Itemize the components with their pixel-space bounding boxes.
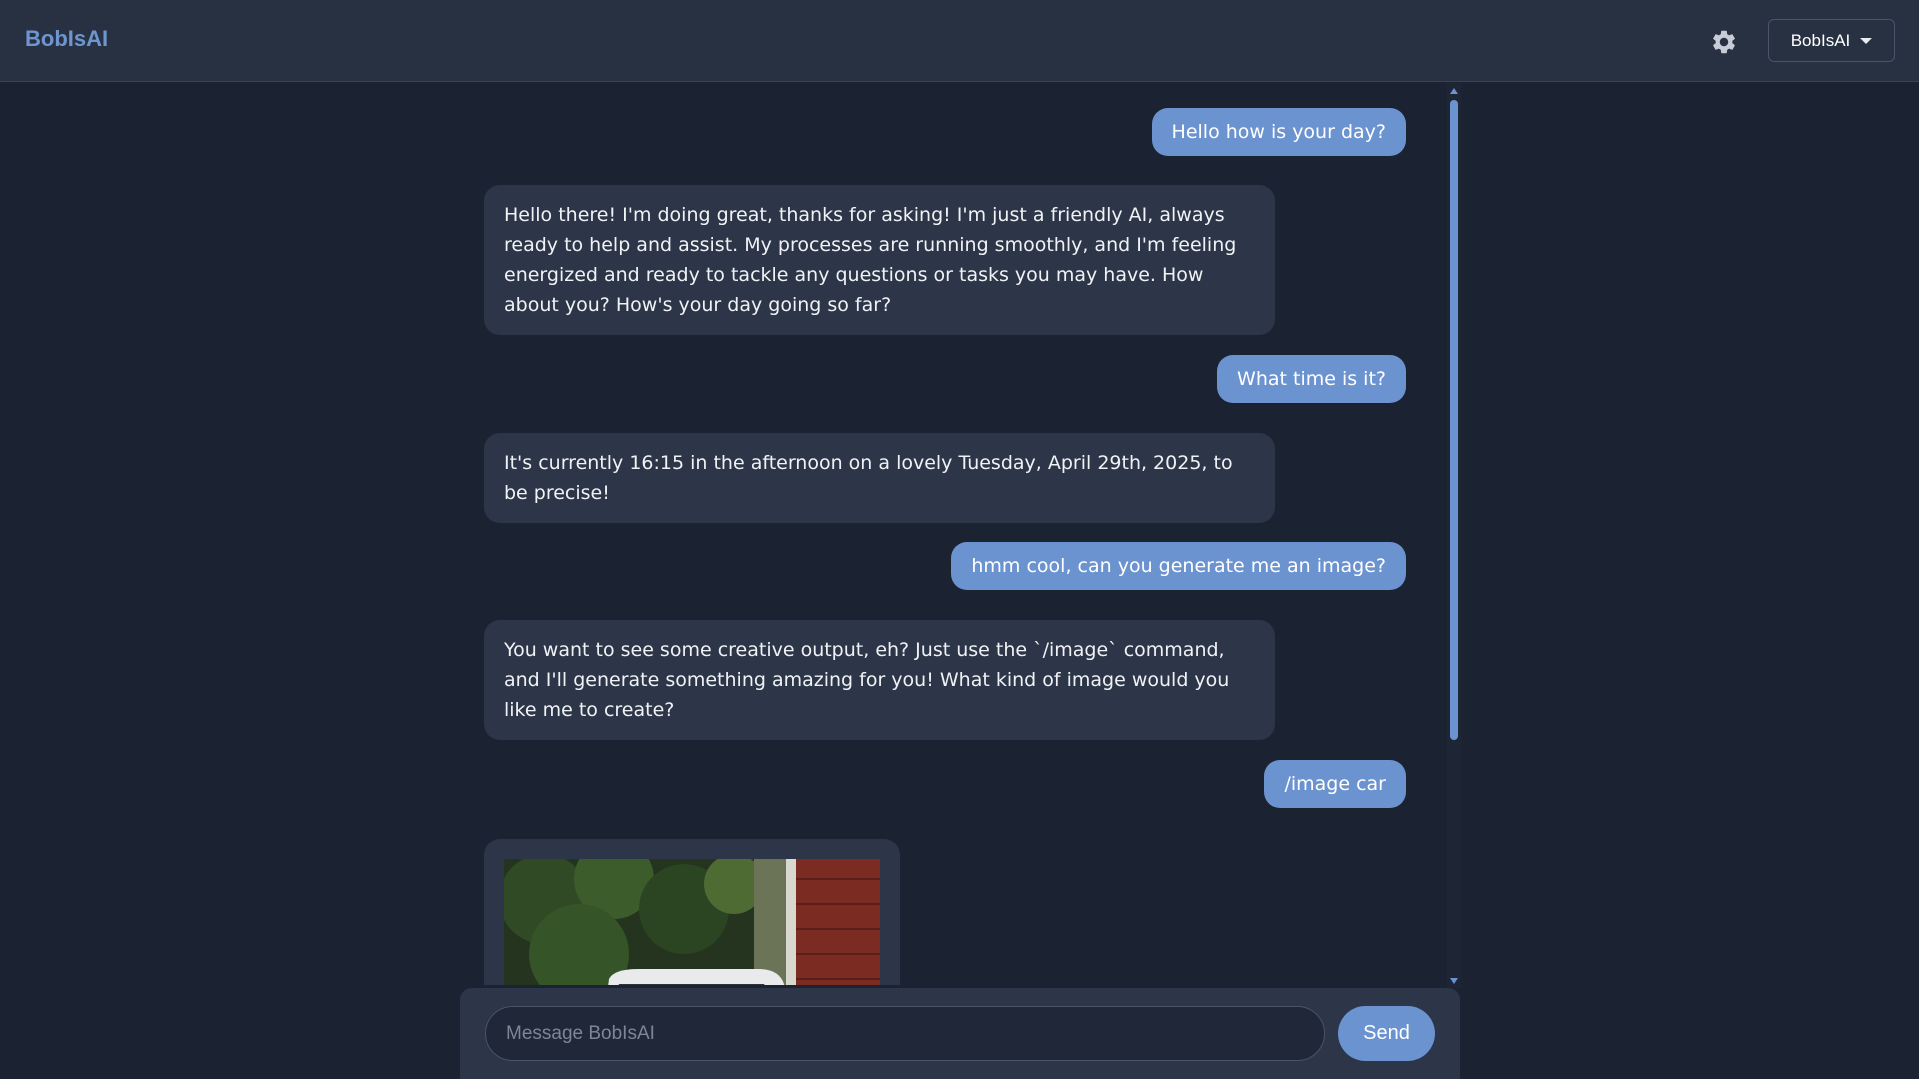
top-bar: BobIsAI BobIsAI	[0, 0, 1919, 82]
chevron-down-icon	[1860, 37, 1873, 44]
message-composer: Send	[460, 988, 1460, 1079]
user-message: Hello how is your day?	[1151, 108, 1406, 156]
chat-scrollbar[interactable]	[1447, 83, 1461, 988]
scroll-up-arrow-icon[interactable]	[1450, 88, 1458, 94]
user-message: What time is it?	[1217, 355, 1406, 403]
gear-icon[interactable]	[1710, 28, 1738, 56]
model-selector-label: BobIsAI	[1790, 30, 1851, 50]
assistant-message: You want to see some creative output, eh…	[484, 620, 1275, 740]
generated-car-image[interactable]	[504, 859, 880, 985]
user-message: /image car	[1264, 760, 1406, 808]
send-button[interactable]: Send	[1338, 1006, 1435, 1061]
scroll-down-arrow-icon[interactable]	[1450, 978, 1458, 984]
assistant-message: Hello there! I'm doing great, thanks for…	[484, 185, 1275, 335]
chat-thread: Hello how is your day? Hello there! I'm …	[484, 105, 1422, 985]
message-input[interactable]	[485, 1006, 1325, 1061]
brand-title[interactable]: BobIsAI	[25, 26, 108, 52]
model-selector-button[interactable]: BobIsAI	[1768, 19, 1895, 62]
assistant-message: It's currently 16:15 in the afternoon on…	[484, 433, 1275, 523]
scrollbar-thumb[interactable]	[1450, 100, 1458, 740]
assistant-image-message	[484, 839, 900, 985]
user-message: hmm cool, can you generate me an image?	[951, 542, 1406, 590]
